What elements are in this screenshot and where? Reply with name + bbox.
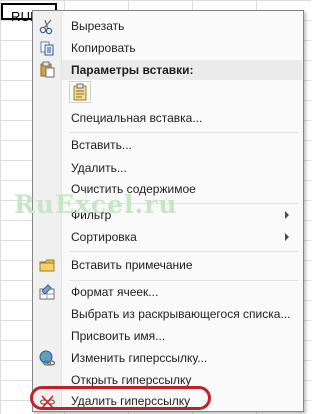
note-icon [39,257,56,274]
menu-separator [69,132,299,133]
menu-item-edit-hyperlink[interactable]: Изменить гиперссылку... [35,347,301,369]
paste-clipboard-icon [73,83,87,101]
globe-link-icon [39,350,56,367]
menu-item-label: Фильтр [71,208,112,222]
menu-item-label: Изменить гиперссылку... [71,351,208,365]
paste-options-header: Параметры вставки: [62,60,302,80]
menu-item-label: Вставить примечание [71,258,193,272]
paste-icon [39,61,56,78]
menu-item-label: Специальная вставка... [71,111,203,125]
menu-item-sort[interactable]: Сортировка [35,226,301,248]
menu-item-label: Выбрать из раскрывающегося списка... [71,307,291,321]
menu-item-pick-from-list[interactable]: Выбрать из раскрывающегося списка... [35,303,301,325]
menu-item-label: Удалить... [71,161,127,175]
menu-item-define-name[interactable]: Присвоить имя... [35,325,301,347]
menu-item-label: Очистить содержимое [71,182,196,196]
scissors-icon [39,18,56,35]
submenu-arrow-icon [285,233,289,241]
menu-item-cut[interactable]: Вырезать [35,15,301,37]
menu-item-clear-contents[interactable]: Очистить содержимое [35,178,301,200]
menu-item-label: Вырезать [71,19,125,33]
menu-item-delete[interactable]: Удалить... [35,157,301,179]
paste-option-button[interactable] [69,81,91,103]
menu-item-label: Формат ячеек... [71,285,159,299]
menu-item-label: Копировать [71,41,136,55]
menu-item-format-cells[interactable]: Формат ячеек... [35,281,301,303]
menu-item-label: Открыть гиперссылку [71,373,192,387]
menu-item-label: Сортировка [71,230,137,244]
menu-item-label: Вставить... [71,138,132,152]
submenu-arrow-icon [285,211,289,219]
menu-item-special-paste[interactable]: Специальная вставка... [35,107,301,129]
highlight-ring [30,386,211,410]
menu-item-copy[interactable]: Копировать [35,37,301,59]
context-menu: Вырезать Копировать Параметры вставки: С… [32,10,304,412]
menu-item-insert[interactable]: Вставить... [35,134,301,156]
copy-icon [39,40,56,57]
menu-item-filter[interactable]: Фильтр [35,204,301,226]
menu-item-insert-note[interactable]: Вставить примечание [35,254,301,276]
menu-separator [69,251,299,252]
format-cells-icon [39,284,56,301]
paste-options-label: Параметры вставки: [71,63,194,77]
menu-item-label: Присвоить имя... [71,329,166,343]
